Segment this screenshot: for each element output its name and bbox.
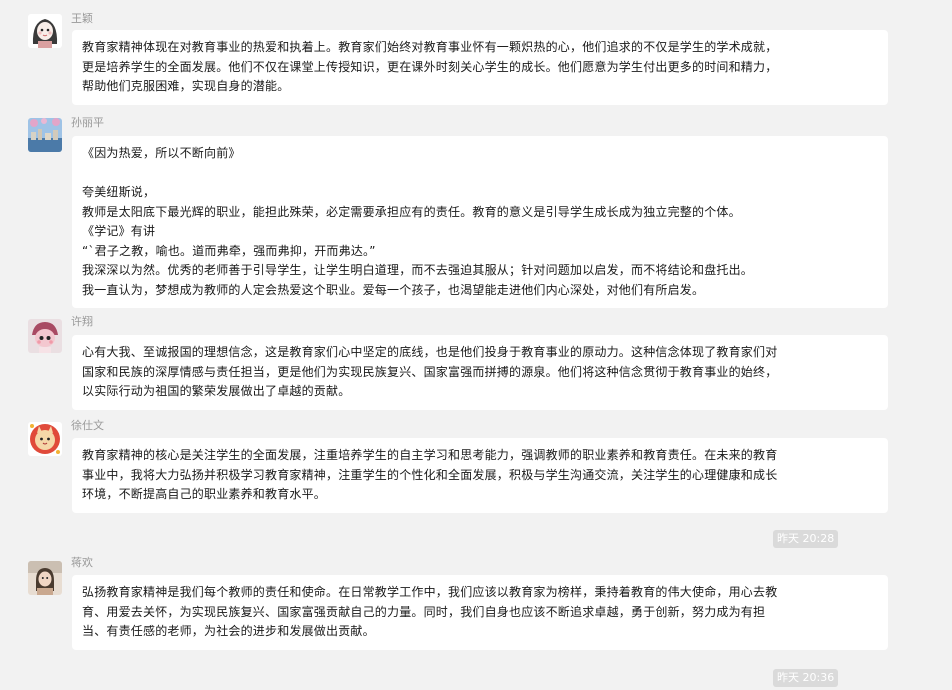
sender-name: 王颖 [71, 12, 93, 25]
message-bubble[interactable]: 弘扬教育家精神是我们每个教师的责任和使命。在日常教学工作中，我们应该以教育家为榜… [72, 575, 888, 650]
sender-name: 孙丽平 [71, 116, 104, 129]
message-line [82, 164, 878, 184]
message-line: “`君子之教，喻也。道而弗牵，强而弗抑，开而弗达。” [82, 243, 376, 258]
message-bubble[interactable]: 教育家精神的核心是关注学生的全面发展，注重培养学生的自主学习和思考能力，强调教师… [72, 438, 888, 513]
message-line: 弘扬教育家精神是我们每个教师的责任和使命。在日常教学工作中，我们应该以教育家为榜… [82, 585, 778, 599]
message-line: 我深深以为然。优秀的老师善于引导学生，让学生明白道理，而不去强迫其服从；针对问题… [82, 263, 754, 277]
sender-name: 徐仕文 [71, 419, 104, 432]
timestamp: 昨天 20:28 [773, 530, 839, 548]
message-line: 国家和民族的深厚情感与责任担当，更是他们为实现民族复兴、国家富强而拼搏的源泉。他… [82, 364, 778, 379]
message-line: 夸美纽斯说， [82, 185, 156, 199]
sender-name: 许翔 [71, 315, 93, 328]
message-line: 心有大我、至诚报国的理想信念，这是教育家们心中坚定的底线，也是他们投身于教育事业… [82, 345, 778, 359]
message-bubble[interactable]: 《因为热爱，所以不断向前》 夸美纽斯说， 教师是太阳底下最光辉的职业，能担此殊荣… [72, 136, 888, 308]
message-bubble[interactable]: 教育家精神体现在对教育事业的热爱和执着上。教育家们始终对教育事业怀有一颗炽热的心… [72, 30, 888, 105]
cartoon-girl-avatar[interactable] [28, 14, 62, 48]
cityscape-avatar[interactable] [28, 118, 62, 152]
festive-cat-avatar[interactable] [28, 422, 62, 456]
message-line: 《学记》有讲 [82, 224, 156, 238]
message-line: 环境，不断提高自己的职业素养和教育水平。 [82, 487, 327, 501]
message-line: 育、用爱去关怀，为实现民族复兴、国家富强贡献自己的力量。同时，我们自身也应该不断… [82, 604, 766, 619]
pink-doll-avatar[interactable] [28, 319, 62, 353]
sender-name: 蒋欢 [71, 556, 93, 569]
message-line: 帮助他们克服困难，实现自身的潜能。 [82, 79, 290, 93]
message-line: 教育家精神体现在对教育事业的热爱和执着上。教育家们始终对教育事业怀有一颗炽热的心… [82, 40, 778, 54]
message-line: 教育家精神的核心是关注学生的全面发展，注重培养学生的自主学习和思考能力，强调教师… [82, 448, 778, 462]
message-line: 当、有责任感的老师，为社会的进步和发展做出贡献。 [82, 624, 375, 638]
timestamp: 昨天 20:36 [773, 669, 839, 687]
message-line: 教师是太阳底下最光辉的职业，能担此殊荣，必定需要承担应有的责任。教育的意义是引导… [82, 204, 741, 219]
message-line: 我一直认为，梦想成为教师的人定会热爱这个职业。爱每一个孩子，也渴望能走进他们内心… [82, 282, 705, 297]
message-line: 《因为热爱，所以不断向前》 [82, 146, 241, 160]
message-line: 事业中，我将大力弘扬并积极学习教育家精神，注重学生的个性化和全面发展，积极与学生… [82, 467, 778, 482]
photo-portrait-avatar[interactable] [28, 561, 62, 595]
message-bubble[interactable]: 心有大我、至诚报国的理想信念，这是教育家们心中坚定的底线，也是他们投身于教育事业… [72, 335, 888, 410]
message-line: 以实际行动为祖国的繁荣发展做出了卓越的贡献。 [82, 384, 351, 398]
message-line: 更是培养学生的全面发展。他们不仅在课堂上传授知识，更在课外时刻关心学生的成长。他… [82, 59, 778, 74]
